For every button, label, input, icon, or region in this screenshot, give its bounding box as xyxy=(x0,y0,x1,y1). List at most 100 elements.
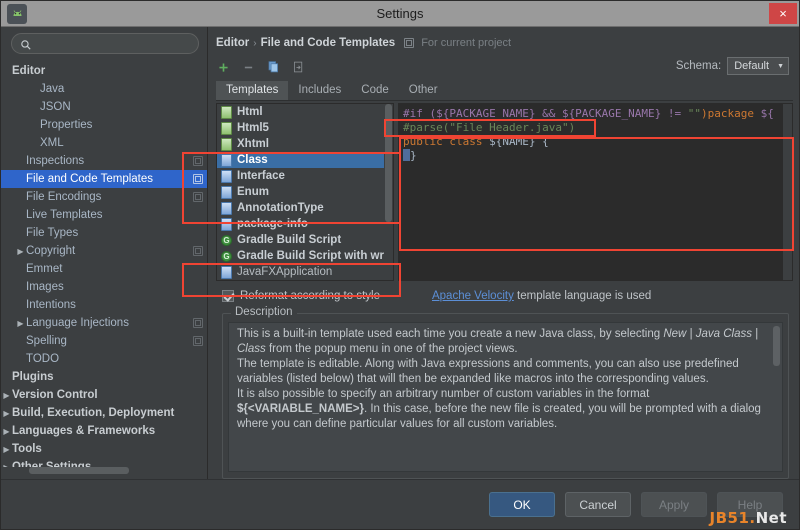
template-list-item-label: AnnotationType xyxy=(237,202,324,214)
description-scrollbar[interactable] xyxy=(772,324,781,470)
project-scope-icon xyxy=(193,156,203,166)
sidebar-item-inspections[interactable]: Inspections xyxy=(1,152,207,170)
close-icon[interactable]: × xyxy=(769,3,797,24)
watermark: JB51.Net xyxy=(710,509,788,527)
sidebar-item-label: Images xyxy=(26,281,64,293)
search-input[interactable] xyxy=(32,37,190,50)
sidebar-item-label: Build, Execution, Deployment xyxy=(12,407,175,419)
desc-p3-code: ${<VARIABLE_NAME>} xyxy=(237,403,364,415)
sidebar-item-spelling[interactable]: Spelling xyxy=(1,332,207,350)
sidebar-item-label: Plugins xyxy=(12,371,54,383)
sidebar-item-properties[interactable]: Properties xyxy=(1,116,207,134)
template-list-scrollbar[interactable] xyxy=(384,104,393,280)
sidebar-item-live-templates[interactable]: Live Templates xyxy=(1,206,207,224)
java-file-icon xyxy=(221,169,232,183)
window-title: Settings xyxy=(376,6,424,21)
breadcrumb-root[interactable]: Editor xyxy=(216,37,249,49)
desc-p1-b2: | xyxy=(752,328,759,340)
template-list-item[interactable]: Html5 xyxy=(217,120,393,136)
schema-dropdown[interactable]: Default ▼ xyxy=(727,57,789,75)
editor-scrollbar[interactable] xyxy=(783,104,792,280)
desc-p3-a: It is also possible to specify an arbitr… xyxy=(237,388,650,400)
sidebar-item-label: Language Injections xyxy=(26,317,129,329)
sidebar-item-file-types[interactable]: File Types xyxy=(1,224,207,242)
sidebar-item-label: Spelling xyxy=(26,335,67,347)
description-text: This is a built-in template used each ti… xyxy=(228,322,783,472)
template-list-item-label: JavaFXApplication xyxy=(237,266,333,278)
sidebar-item-file-and-code-templates[interactable]: File and Code Templates xyxy=(1,170,207,188)
template-list-item[interactable]: AnnotationType xyxy=(217,200,393,216)
sidebar-item-xml[interactable]: XML xyxy=(1,134,207,152)
sidebar-item-label: XML xyxy=(40,137,64,149)
template-list-item[interactable]: Gradle Build Script with wrapper xyxy=(217,248,393,264)
sidebar-item-intentions[interactable]: Intentions xyxy=(1,296,207,314)
template-list-item[interactable]: Enum xyxy=(217,184,393,200)
sidebar-item-label: JSON xyxy=(40,101,71,113)
template-list-item-label: Gradle Build Script xyxy=(237,234,342,246)
template-list-item[interactable]: Gradle Build Script xyxy=(217,232,393,248)
ok-button[interactable]: OK xyxy=(489,492,555,517)
search-box[interactable] xyxy=(11,33,199,54)
template-list-item-label: Xhtml xyxy=(237,138,269,150)
sidebar-item-tools[interactable]: ▶ Tools xyxy=(1,440,207,458)
sidebar-item-images[interactable]: Images xyxy=(1,278,207,296)
sidebar-item-build-execution-deployment[interactable]: ▶ Build, Execution, Deployment xyxy=(1,404,207,422)
cancel-button[interactable]: Cancel xyxy=(565,492,631,517)
project-scope-icon xyxy=(404,38,415,48)
chevron-right-icon: ▶ xyxy=(3,426,10,436)
sidebar-item-other-settings[interactable]: ▶ Other Settings xyxy=(1,458,207,467)
plus-icon[interactable] xyxy=(216,60,231,75)
sidebar-item-emmet[interactable]: Emmet xyxy=(1,260,207,278)
scrollbar-thumb[interactable] xyxy=(385,104,392,222)
code-line-2: #parse("File Header.java") xyxy=(403,121,576,134)
sidebar-item-editor[interactable]: Editor xyxy=(1,62,207,80)
sidebar-item-label: TODO xyxy=(26,353,60,365)
template-list-item-label: Class xyxy=(237,154,268,166)
desc-p2: The template is editable. Along with Jav… xyxy=(237,358,739,385)
tab-other[interactable]: Other xyxy=(398,81,448,100)
template-code-editor[interactable]: #if (${PACKAGE_NAME} && ${PACKAGE_NAME} … xyxy=(398,103,793,281)
sidebar-item-json[interactable]: JSON xyxy=(1,98,207,116)
tab-includes[interactable]: Includes xyxy=(288,81,352,100)
desc-p1-i3: Class xyxy=(237,343,266,355)
template-list-item[interactable]: Singleton xyxy=(217,280,393,281)
minus-icon[interactable] xyxy=(241,60,256,75)
template-list-item[interactable]: package-info xyxy=(217,216,393,232)
project-scope-icon xyxy=(193,192,203,202)
breadcrumb-separator: › xyxy=(253,37,257,49)
template-list-item[interactable]: Html xyxy=(217,104,393,120)
template-list-item[interactable]: Interface xyxy=(217,168,393,184)
sidebar-item-todo[interactable]: TODO xyxy=(1,350,207,368)
sidebar-item-label: Live Templates xyxy=(26,209,103,221)
scrollbar-thumb[interactable] xyxy=(773,326,780,366)
sidebar-item-languages-frameworks[interactable]: ▶ Languages & Frameworks xyxy=(1,422,207,440)
chevron-right-icon: ▶ xyxy=(3,390,10,400)
code-line-1-head: #if (${PACKAGE_NAME} && ${PACKAGE_NAME} … xyxy=(403,107,688,120)
tab-code[interactable]: Code xyxy=(351,81,399,100)
sidebar-horizontal-scrollbar[interactable] xyxy=(9,467,201,476)
code-line-1-tail: ${ xyxy=(760,107,774,120)
sidebar-item-java[interactable]: Java xyxy=(1,80,207,98)
tab-templates[interactable]: Templates xyxy=(216,81,289,100)
velocity-note: Apache Velocity template language is use… xyxy=(432,290,651,302)
sidebar-item-version-control[interactable]: ▶ Version Control xyxy=(1,386,207,404)
scrollbar-thumb[interactable] xyxy=(29,467,129,474)
template-list-item[interactable]: Class xyxy=(217,152,393,168)
code-line-4-text: } xyxy=(410,149,417,162)
java-file-icon xyxy=(221,265,232,279)
template-list-item[interactable]: JavaFXApplication xyxy=(217,264,393,280)
reset-icon[interactable] xyxy=(291,60,306,75)
desc-p1-i1: New xyxy=(663,328,687,340)
sidebar-item-language-injections[interactable]: ▶ Language Injections xyxy=(1,314,207,332)
reformat-checkbox[interactable] xyxy=(222,290,234,302)
sidebar-item-label: Intentions xyxy=(26,299,76,311)
copy-icon[interactable] xyxy=(266,60,281,75)
apache-velocity-link[interactable]: Apache Velocity xyxy=(432,290,514,302)
sidebar-item-copyright[interactable]: ▶ Copyright xyxy=(1,242,207,260)
template-list[interactable]: Html Html5 Xhtml Class Interface Enum Annotati… xyxy=(216,103,394,281)
sidebar-item-file-encodings[interactable]: File Encodings xyxy=(1,188,207,206)
template-list-item[interactable]: Xhtml xyxy=(217,136,393,152)
chevron-right-icon: ▶ xyxy=(17,318,24,328)
title-bar: Settings × xyxy=(1,1,799,27)
sidebar-item-plugins[interactable]: Plugins xyxy=(1,368,207,386)
